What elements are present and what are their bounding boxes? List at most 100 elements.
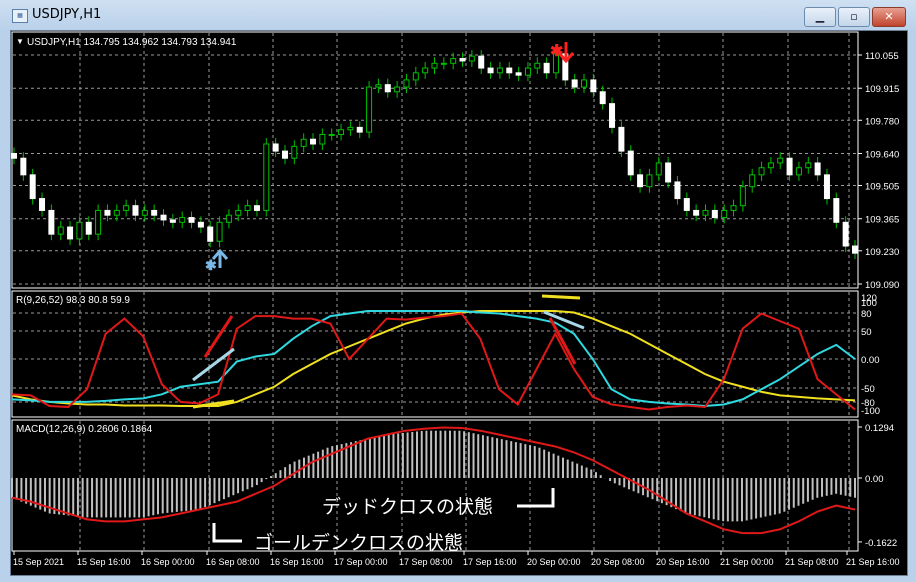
- rci-axis-label: -50: [861, 384, 875, 395]
- candle-bearish: [20, 157, 27, 176]
- candle-bearish: [132, 205, 139, 216]
- main-pane-header: USDJPY,H1 134.795 134.962 134.793 134.94…: [27, 37, 237, 48]
- rci-axis-label: 100: [861, 298, 877, 309]
- candle-bearish: [786, 157, 793, 176]
- candle-bearish: [833, 198, 840, 223]
- candle-bullish: [805, 162, 812, 169]
- candle-bullish: [758, 167, 765, 176]
- candle-bearish: [842, 221, 849, 247]
- price-label: 109.780: [865, 116, 899, 127]
- candle-bullish: [777, 157, 784, 164]
- candle-bullish: [225, 214, 232, 223]
- candle-bullish: [749, 174, 756, 188]
- candle-bullish: [328, 133, 335, 136]
- candle-bullish: [450, 58, 457, 64]
- time-label: 20 Sep 00:00: [527, 557, 581, 567]
- candle-bullish: [394, 86, 401, 93]
- time-label: 17 Sep 16:00: [463, 557, 517, 567]
- sell-signal-arrow-icon: ✱: [550, 42, 575, 64]
- candle-bullish: [319, 133, 326, 145]
- candle-bullish: [468, 55, 475, 62]
- candle-bearish: [67, 226, 74, 240]
- candle-bullish: [721, 209, 728, 219]
- candle-bearish: [590, 79, 597, 93]
- rci-axis-label: 50: [861, 327, 872, 338]
- time-label: 21 Sep 16:00: [846, 557, 900, 567]
- trend-line-lightblue[interactable]: [192, 347, 235, 382]
- candle-bearish: [160, 214, 167, 221]
- candle-bearish: [571, 79, 578, 88]
- candle-bullish: [95, 209, 102, 235]
- time-label: 20 Sep 16:00: [656, 557, 710, 567]
- time-label: 15 Sep 2021: [13, 557, 64, 567]
- candle-bullish: [347, 126, 354, 131]
- candle-bearish: [281, 150, 288, 159]
- price-label: 109.090: [865, 280, 899, 291]
- candle-bullish: [291, 145, 298, 159]
- candle-bearish: [29, 174, 36, 200]
- time-label: 17 Sep 00:00: [334, 557, 388, 567]
- candle-bearish: [693, 209, 700, 216]
- candle-bearish: [665, 162, 672, 183]
- candle-bullish: [496, 67, 503, 74]
- dead-cross-label: デッドクロスの状態: [322, 496, 494, 518]
- candle-bearish: [637, 174, 644, 188]
- time-label: 16 Sep 00:00: [141, 557, 195, 567]
- candle-bullish: [422, 67, 429, 74]
- candle-bearish: [197, 221, 204, 228]
- time-label: 16 Sep 16:00: [270, 557, 324, 567]
- candle-bearish: [618, 126, 625, 152]
- rci-axis-label: 0.00: [861, 355, 880, 366]
- trend-line-red[interactable]: [548, 317, 577, 365]
- candle-bearish: [188, 217, 195, 223]
- candle-bullish: [244, 205, 251, 211]
- candle-bullish: [366, 86, 373, 133]
- candle-bullish: [403, 79, 410, 88]
- candle-bullish: [655, 162, 662, 176]
- candle-bearish: [459, 58, 466, 62]
- rci-lines: [11, 310, 856, 411]
- dead-cross-pointer-icon: [517, 488, 555, 508]
- candle-bearish: [478, 55, 485, 69]
- candle-bullish: [300, 138, 307, 147]
- time-label: 20 Sep 08:00: [591, 557, 645, 567]
- rci-pane-header: R(9,26,52) 98.3 80.8 59.9: [16, 295, 130, 306]
- candle-bullish: [113, 209, 120, 216]
- price-label: 109.365: [865, 215, 899, 226]
- candle-bullish: [375, 84, 382, 88]
- price-axis: 15 Sep 2021 15 Sep 16:00 16 Sep 00:00 16 Se…: [13, 51, 900, 567]
- candle-bullish: [412, 72, 419, 81]
- collapse-triangle-icon[interactable]: ▼: [16, 37, 24, 46]
- golden-cross-label: ゴールデンクロスの状態: [254, 532, 464, 554]
- candle-bullish: [646, 174, 653, 188]
- rci-long-line: [11, 310, 856, 407]
- rci-axis-label: -100: [861, 406, 880, 417]
- candle-bullish: [767, 162, 774, 169]
- candle-bearish: [674, 181, 681, 200]
- time-label: 15 Sep 16:00: [77, 557, 131, 567]
- candle-bullish: [76, 221, 83, 240]
- candle-bearish: [39, 198, 46, 211]
- candle-bullish: [739, 186, 746, 207]
- candle-bearish: [104, 209, 111, 216]
- macd-pane-header: MACD(12,26,9) 0.2606 0.1864: [16, 424, 153, 435]
- time-label: 16 Sep 08:00: [206, 557, 260, 567]
- candle-bullish: [123, 205, 130, 211]
- candle-bearish: [272, 143, 279, 152]
- trend-line-yellow[interactable]: [541, 294, 581, 300]
- candle-bearish: [207, 226, 214, 242]
- time-label: 21 Sep 08:00: [785, 557, 839, 567]
- golden-cross-pointer-icon: [212, 523, 242, 543]
- price-label: 109.505: [865, 182, 899, 193]
- candle-bearish: [683, 198, 690, 211]
- svg-text:✱: ✱: [205, 257, 217, 273]
- macd-axis-label: 0.1294: [865, 423, 894, 434]
- candle-bullish: [216, 221, 223, 242]
- candle-bearish: [609, 103, 616, 128]
- candle-bullish: [440, 62, 447, 65]
- candle-bullish: [263, 143, 270, 211]
- candle-bearish: [384, 84, 391, 93]
- candle-bearish: [852, 245, 858, 254]
- price-label: 109.640: [865, 149, 899, 160]
- candle-bearish: [506, 67, 513, 74]
